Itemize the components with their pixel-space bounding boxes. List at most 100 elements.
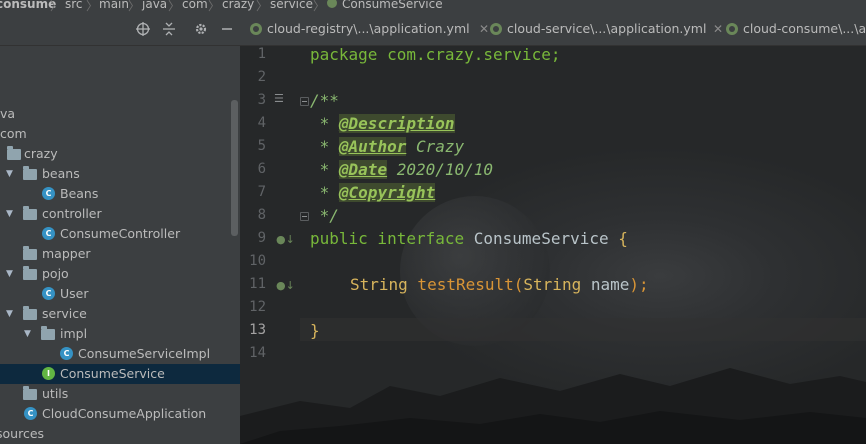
tab-cloud-registry-application-yml[interactable]: cloud-registry\...\application.yml ✕ [250,12,490,45]
expand-arrow-icon[interactable]: ▼ [6,204,13,224]
breadcrumb-separator: 〉 [256,0,269,12]
line-number: 5 [257,138,266,154]
code-line-8: */ [310,206,339,225]
paren: ( [513,275,524,294]
minimize-icon[interactable] [219,21,235,37]
expand-arrow-icon[interactable]: ▼ [6,264,13,284]
keyword: interface [367,229,465,248]
tree-item-label: User [60,286,89,301]
breadcrumb-item-main[interactable]: main [99,0,129,11]
line-number: 13 [249,322,266,338]
folder-icon [41,326,55,340]
tree-item-com[interactable]: com [0,124,240,144]
expand-arrow-icon[interactable]: ▼ [6,164,13,184]
line-number: 4 [257,115,266,131]
doc-tag: @Copyright [338,183,436,202]
doc-comment: /** [310,91,339,110]
folder-icon [23,246,37,260]
tree-item-beans[interactable]: ▼ beans [0,164,240,184]
fold-marker-icon[interactable] [300,212,309,221]
tree-item-label: impl [60,326,88,341]
tree-item-pojo[interactable]: ▼ pojo [0,264,240,284]
fold-marker-icon[interactable] [300,97,309,106]
line-number: 7 [257,184,266,200]
line-number: 8 [257,207,266,223]
tree-item-impl[interactable]: ▼ impl [0,324,240,344]
breadcrumb-item-service[interactable]: service [270,0,313,11]
doc-comment: * [310,183,339,202]
breadcrumb-item-src[interactable]: src [65,0,83,11]
crosshair-icon[interactable] [135,21,151,37]
breadcrumb-separator: 〉 [86,0,99,12]
tree-item-service[interactable]: ▼ service [0,304,240,324]
breadcrumb-item-consumeservice[interactable]: ConsumeService [342,0,443,11]
breadcrumb-separator: 〉 [208,0,221,12]
tree-item-consumeservice[interactable]: I ConsumeService [0,364,240,384]
paren: ); [629,275,649,294]
doc-value: 2020/10/10 [387,160,494,179]
breadcrumb: consume 〉 src 〉 main 〉 java 〉 com 〉 craz… [0,0,866,12]
type: String [523,275,582,294]
breadcrumb-item-crazy[interactable]: crazy [222,0,254,11]
tree-item-label: Beans [60,186,99,201]
interface-icon: I [42,367,55,380]
breadcrumb-item-consume[interactable]: consume [0,0,56,11]
breadcrumb-separator: 〉 [50,0,63,12]
tree-item-controller[interactable]: ▼ controller [0,204,240,224]
tree-item-user[interactable]: C User [0,284,240,304]
tree-item-beans-class[interactable]: C Beans [0,184,240,204]
tree-item-crazy[interactable]: crazy [0,144,240,164]
code-editor[interactable]: 1 2 3 4 5 6 7 8 9 10 11 12 13 14 ☰ ●↓ ●↓… [240,46,866,444]
breadcrumb-separator: 〉 [313,0,326,12]
class-icon: C [42,187,55,200]
close-icon[interactable]: ✕ [479,12,489,45]
tab-cloud-service-application-yml[interactable]: cloud-service\...\application.yml ✕ [490,12,723,45]
tree-item-label: controller [42,206,102,221]
tree-item-utils[interactable]: utils [0,384,240,404]
interface-name: ConsumeService [464,229,619,248]
tree-item-label: ConsumeController [60,226,181,241]
code-line-5: * @Author Crazy [310,137,464,156]
breadcrumb-item-com[interactable]: com [182,0,208,11]
tree-item-cloudconsumeapplication[interactable]: C CloudConsumeApplication [0,404,240,424]
code-line-11: String testResult(String name); [350,275,649,294]
tree-item-va[interactable]: va [0,104,240,124]
tree-item-label: service [42,306,87,321]
spring-yml-icon [726,23,738,35]
code-line-3: /** [310,91,339,110]
tree-scrollbar[interactable] [231,100,238,236]
line-number: 14 [249,345,266,361]
brace: } [310,321,320,340]
doc-tag: @Date [338,160,388,179]
expand-arrow-icon[interactable]: ▼ [24,324,31,344]
tree-item-label: sources [0,426,45,441]
line-number: 2 [257,69,266,85]
tree-item-mapper[interactable]: mapper [0,244,240,264]
breadcrumb-item-java[interactable]: java [142,0,167,11]
collapse-icon[interactable] [161,21,177,37]
gear-icon[interactable] [193,21,209,37]
line-number: 6 [257,161,266,177]
doc-rendered-icon[interactable]: ☰ [274,92,284,105]
tab-label: cloud-consume\...\ap [743,21,866,36]
tree-item-sources[interactable]: sources [0,424,240,444]
line-number: 11 [249,276,266,292]
breadcrumb-separator: 〉 [168,0,181,12]
expand-arrow-icon[interactable]: ▼ [6,304,13,324]
class-icon: C [42,287,55,300]
tree-item-label: beans [42,166,80,181]
tree-item-consumecontroller[interactable]: C ConsumeController [0,224,240,244]
tree-item-consumeserviceimpl[interactable]: C ConsumeServiceImpl [0,344,240,364]
close-icon[interactable]: ✕ [713,12,723,45]
implemented-down-icon[interactable]: ●↓ [276,279,295,292]
tree-item-label: crazy [24,146,58,161]
project-tree: va com crazy ▼ beans C Beans ▼ controlle… [0,46,240,444]
line-number: 1 [257,46,266,62]
implemented-down-icon[interactable]: ●↓ [276,233,295,246]
doc-value: Crazy [406,137,465,156]
folder-icon [23,166,37,180]
tab-cloud-consume-application-yml[interactable]: cloud-consume\...\ap [726,12,866,45]
doc-tag: @Description [338,114,455,133]
tab-label: cloud-service\...\application.yml [507,21,707,36]
folder-icon [7,146,21,160]
